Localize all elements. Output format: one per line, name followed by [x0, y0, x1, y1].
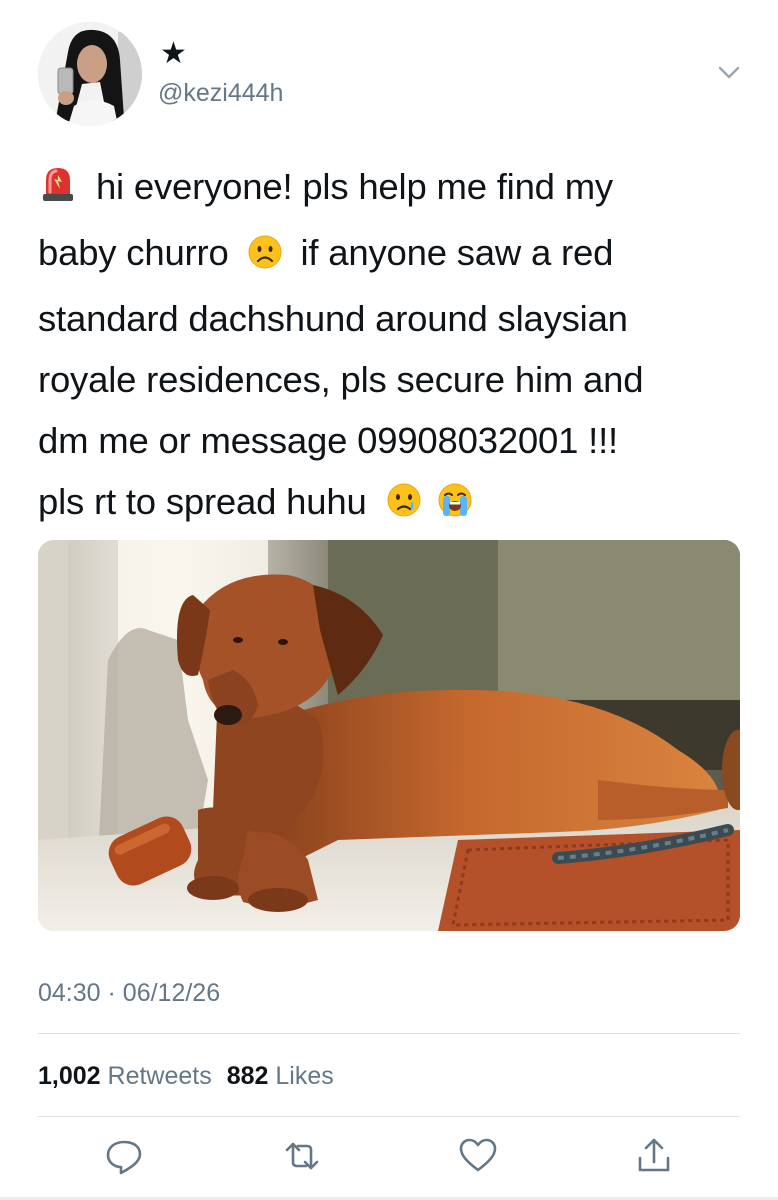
- tweet-card: ★ @kezi444h hi everyone! pls help me fin…: [0, 0, 778, 1200]
- tweet-text-segment: baby churro: [38, 232, 229, 273]
- divider: [38, 1033, 740, 1034]
- tweet-timestamp[interactable]: 04:30 · 06/12/26: [38, 977, 220, 1009]
- tweet-text-line-1: hi everyone! pls help me find my: [38, 156, 738, 222]
- tweet-text-segment: hi everyone! pls help me find my: [95, 166, 613, 207]
- handle[interactable]: @kezi444h: [158, 78, 283, 108]
- tweet-text-line-6: pls rt to spread huhu: [38, 471, 738, 537]
- tweet-text-line-5: dm me or message 09908032001 !!!: [38, 420, 618, 461]
- loudly-crying-face-emoji: [436, 476, 474, 537]
- tweet-text-segment: pls rt to spread huhu: [38, 481, 367, 522]
- avatar[interactable]: [38, 22, 142, 126]
- chevron-down-icon[interactable]: [712, 58, 746, 88]
- tweet-text-line-3: standard dachshund around slaysian: [38, 298, 628, 339]
- meta-separator: ·: [107, 979, 116, 1007]
- heart-icon[interactable]: [458, 1136, 498, 1176]
- likes-stat[interactable]: 882 Likes: [227, 1062, 334, 1090]
- likes-label: Likes: [275, 1062, 334, 1090]
- crying-face-emoji: [385, 476, 423, 537]
- tweet-text: hi everyone! pls help me find my baby ch…: [38, 156, 738, 537]
- retweets-label: Retweets: [107, 1062, 212, 1090]
- avatar-image: [38, 22, 142, 126]
- likes-count: 882: [226, 1062, 269, 1090]
- share-icon[interactable]: [634, 1136, 674, 1176]
- tweet-time: 04:30: [38, 979, 101, 1007]
- dachshund-photo: [38, 540, 740, 931]
- tweet-text-segment: if anyone saw a red: [300, 232, 614, 273]
- tweet-date: 06/12/26: [122, 979, 221, 1007]
- retweets-stat[interactable]: 1,002 Retweets: [38, 1062, 219, 1090]
- display-name[interactable]: ★: [160, 38, 187, 70]
- retweet-icon[interactable]: [282, 1136, 322, 1176]
- tweet-photo[interactable]: [38, 540, 740, 931]
- retweets-count: 1,002: [38, 1062, 101, 1090]
- frowning-face-emoji: [247, 227, 283, 288]
- tweet-text-line-4: royale residences, pls secure him and: [38, 359, 644, 400]
- reply-icon[interactable]: [104, 1136, 144, 1176]
- tweet-stats: 1,002 Retweets 882 Likes: [38, 1060, 334, 1092]
- divider: [38, 1116, 740, 1117]
- siren-emoji: [38, 161, 78, 222]
- tweet-text-line-2: baby churro if anyone saw a red: [38, 222, 738, 288]
